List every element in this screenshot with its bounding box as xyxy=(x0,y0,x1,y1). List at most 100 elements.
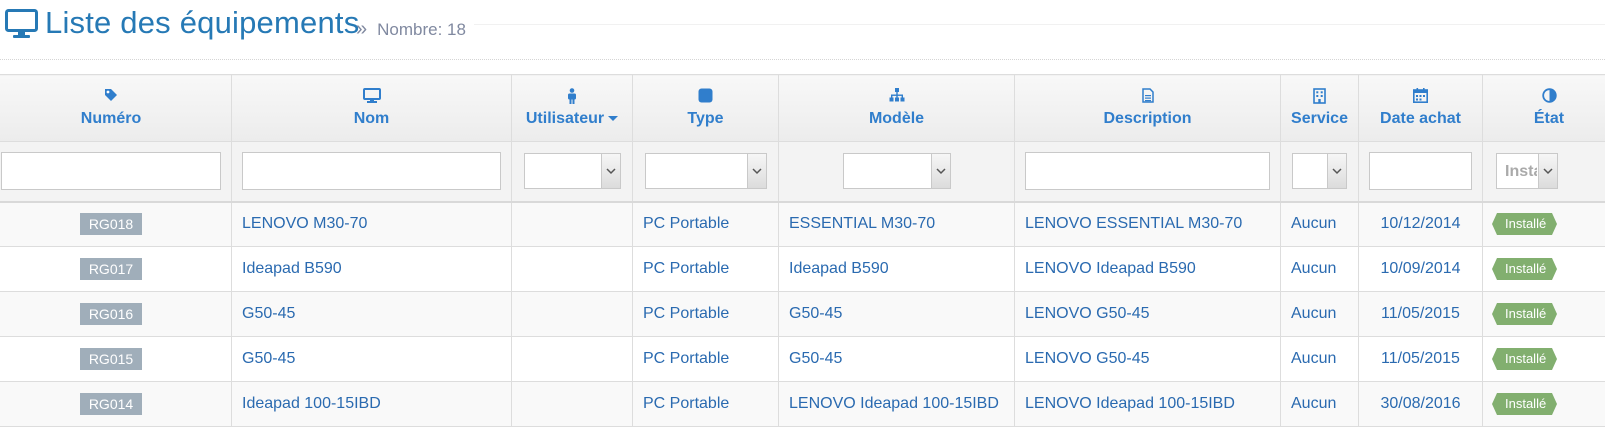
column-header-service[interactable]: Service xyxy=(1280,74,1359,142)
sitemap-icon xyxy=(779,88,1014,106)
column-label: Utilisateur xyxy=(525,110,605,127)
stop-icon xyxy=(633,88,778,106)
cell-utilisateur xyxy=(511,246,633,292)
filter-etat-value: Installé xyxy=(1505,163,1537,181)
cell-description: LENOVO G50-45 xyxy=(1014,336,1281,382)
numero-badge: RG018 xyxy=(79,213,143,236)
male-icon xyxy=(512,88,632,106)
cell-utilisateur xyxy=(511,291,633,337)
chevron-down-icon[interactable] xyxy=(930,154,950,189)
column-header-date-achat[interactable]: Date achat xyxy=(1358,74,1483,142)
cell-utilisateur xyxy=(511,336,633,382)
filter-select-modele[interactable] xyxy=(842,153,951,190)
cell-numero: RG016 xyxy=(0,291,232,337)
filter-cell-nom xyxy=(231,141,512,203)
cell-etat: Installé xyxy=(1482,336,1605,382)
cell-etat: Installé xyxy=(1482,291,1605,337)
cell-type: PC Portable xyxy=(632,336,779,382)
cell-date-achat: 11/05/2015 xyxy=(1358,336,1483,382)
column-header-description[interactable]: Description xyxy=(1014,74,1281,142)
chevron-down-icon[interactable] xyxy=(600,154,620,189)
numero-badge: RG017 xyxy=(79,258,143,280)
cell-type: PC Portable xyxy=(632,246,779,292)
cell-etat: Installé xyxy=(1482,381,1605,427)
tag-icon xyxy=(0,88,231,106)
cell-nom[interactable]: Ideapad B590 xyxy=(231,246,512,292)
status-badge: Installé xyxy=(1491,393,1558,415)
cell-nom[interactable]: Ideapad 100-15IBD xyxy=(231,381,512,427)
filter-cell-numero xyxy=(0,141,232,203)
adjust-icon xyxy=(1483,88,1605,106)
column-label: Nom xyxy=(353,110,390,127)
column-header-nom[interactable]: Nom xyxy=(231,74,512,142)
column-header-modele[interactable]: Modèle xyxy=(778,74,1015,142)
status-badge: Installé xyxy=(1491,348,1558,370)
numero-badge: RG014 xyxy=(79,393,143,415)
cell-numero: RG017 xyxy=(0,246,232,292)
table-row[interactable]: RG017 Ideapad B590 PC Portable Ideapad B… xyxy=(0,246,1605,292)
chevron-down-icon[interactable] xyxy=(1538,154,1557,189)
numero-badge: RG016 xyxy=(79,303,143,325)
cell-service: Aucun xyxy=(1280,381,1359,427)
cell-nom[interactable]: G50-45 xyxy=(231,291,512,337)
cell-type: PC Portable xyxy=(632,381,779,427)
filter-select-utilisateur[interactable] xyxy=(523,153,621,190)
column-header-etat[interactable]: État xyxy=(1482,74,1605,142)
cell-nom[interactable]: G50-45 xyxy=(231,336,512,382)
cell-description: LENOVO Ideapad B590 xyxy=(1014,246,1281,292)
cell-date-achat: 10/12/2014 xyxy=(1358,201,1483,247)
desktop-icon xyxy=(5,9,38,44)
filter-cell-etat: Installé xyxy=(1482,141,1605,203)
cell-date-achat: 10/09/2014 xyxy=(1358,246,1483,292)
filter-select-etat[interactable]: Installé xyxy=(1496,153,1558,190)
column-label: Numéro xyxy=(80,110,142,127)
page-title: Liste des équipements xyxy=(45,5,360,40)
cell-utilisateur xyxy=(511,381,633,427)
filter-cell-date-achat xyxy=(1358,141,1483,203)
table-row[interactable]: RG014 Ideapad 100-15IBD PC Portable LENO… xyxy=(0,381,1605,427)
cell-description: LENOVO G50-45 xyxy=(1014,291,1281,337)
table-row[interactable]: RG018 LENOVO M30-70 PC Portable ESSENTIA… xyxy=(0,201,1605,247)
filter-input-date-achat[interactable] xyxy=(1369,152,1472,191)
filter-input-description[interactable] xyxy=(1025,152,1270,191)
filter-input-nom[interactable] xyxy=(242,152,501,191)
status-badge: Installé xyxy=(1491,303,1558,325)
cell-service: Aucun xyxy=(1280,246,1359,292)
filter-cell-description xyxy=(1014,141,1281,203)
cell-modele: Ideapad B590 xyxy=(778,246,1015,292)
cell-service: Aucun xyxy=(1280,201,1359,247)
cell-description: LENOVO ESSENTIAL M30-70 xyxy=(1014,201,1281,247)
cell-numero: RG015 xyxy=(0,336,232,382)
column-label: Type xyxy=(687,110,724,127)
cell-date-achat: 30/08/2016 xyxy=(1358,381,1483,427)
cell-modele: ESSENTIAL M30-70 xyxy=(778,201,1015,247)
column-label: État xyxy=(1533,110,1565,127)
sort-caret-icon xyxy=(608,116,619,122)
cell-utilisateur xyxy=(511,201,633,247)
column-label: Modèle xyxy=(868,110,925,127)
filter-cell-modele xyxy=(778,141,1015,203)
filter-select-type[interactable] xyxy=(644,153,767,190)
cell-nom[interactable]: LENOVO M30-70 xyxy=(231,201,512,247)
cell-description: LENOVO Ideapad 100-15IBD xyxy=(1014,381,1281,427)
filter-select-service[interactable] xyxy=(1292,153,1347,190)
cell-etat: Installé xyxy=(1482,201,1605,247)
column-header-numero[interactable]: Numéro xyxy=(0,74,232,142)
equipment-table: Numéro Nom Utilisateur Type Modèle Descr… xyxy=(0,74,1605,427)
filter-input-numero[interactable] xyxy=(1,152,221,191)
cell-modele: G50-45 xyxy=(778,291,1015,337)
column-header-type[interactable]: Type xyxy=(632,74,779,142)
equipment-count: » Nombre: 18 xyxy=(356,18,466,41)
cell-modele: G50-45 xyxy=(778,336,1015,382)
table-row[interactable]: RG015 G50-45 PC Portable G50-45 LENOVO G… xyxy=(0,336,1605,382)
table-row[interactable]: RG016 G50-45 PC Portable G50-45 LENOVO G… xyxy=(0,291,1605,337)
filter-cell-service xyxy=(1280,141,1359,203)
column-header-utilisateur[interactable]: Utilisateur xyxy=(511,74,633,142)
calendar-icon xyxy=(1359,88,1482,106)
numero-badge: RG015 xyxy=(79,348,143,370)
column-label: Service xyxy=(1291,110,1348,127)
chevron-down-icon[interactable] xyxy=(1327,154,1346,189)
cell-numero: RG014 xyxy=(0,381,232,427)
chevron-down-icon[interactable] xyxy=(746,154,766,189)
cell-type: PC Portable xyxy=(632,291,779,337)
